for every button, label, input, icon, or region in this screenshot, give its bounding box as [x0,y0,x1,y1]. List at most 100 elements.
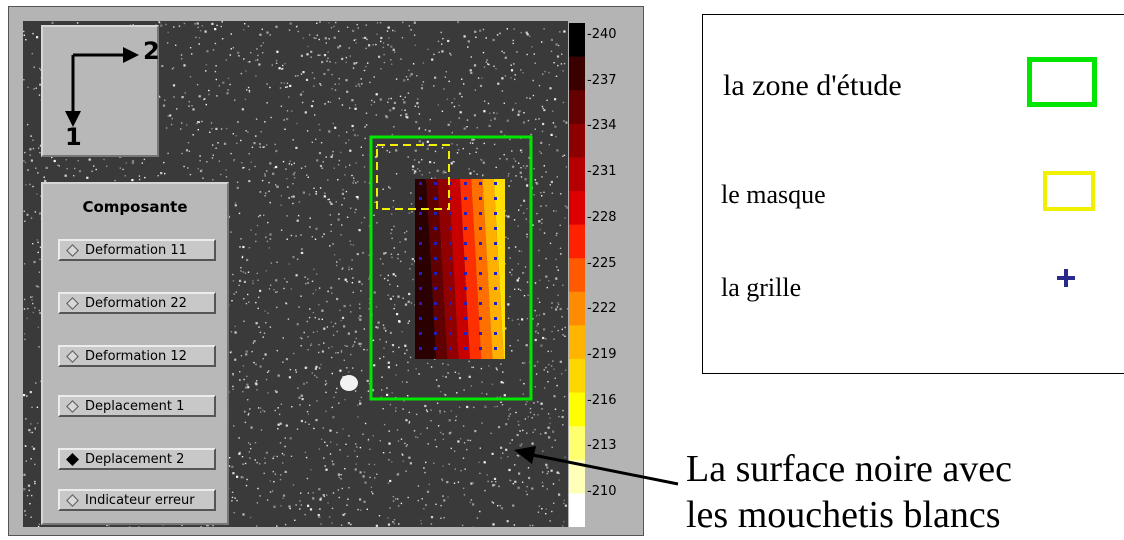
option-label: Deplacement 2 [85,451,185,467]
color-scale-tick-label: -237 [587,72,617,88]
deplacement-2-button[interactable]: Deplacement 2 [58,448,216,470]
color-scale-segment [569,291,585,326]
grid-point [434,272,437,275]
axis-2-label: 2 [143,37,160,65]
legend-grid-label: la grille [721,273,802,302]
grid-point [449,317,452,320]
grid-point [464,227,467,230]
grid-point [494,197,497,200]
grid-point [449,347,452,350]
grid-point [449,287,452,290]
grid-point [479,257,482,260]
grid-point [449,332,452,335]
grid-point [494,272,497,275]
radio-diamond-icon [66,243,79,257]
color-scale-tick-label: -219 [587,346,617,362]
grid-point [419,242,422,245]
grid-point [419,272,422,275]
blue-plus-icon [1057,269,1075,287]
option-label: Deformation 12 [85,348,187,364]
color-scale-segment [569,191,585,226]
grid-point [479,182,482,185]
grid-point [464,272,467,275]
grid-point [434,182,437,185]
grid-point [419,197,422,200]
annotation-line-2: les mouchetis blancs [686,494,1001,536]
grid-point [464,317,467,320]
grid-point [464,347,467,350]
grid-point [449,212,452,215]
color-scale-segment [569,224,585,259]
grid-point [434,227,437,230]
color-scale-segment [569,325,585,360]
grid-point [449,257,452,260]
color-scale-tick-label: -240 [587,27,617,42]
displacement-field [415,179,505,359]
grid-point [434,287,437,290]
grid-point [419,227,422,230]
radio-diamond-icon [66,452,79,466]
radio-diamond-icon [66,349,79,363]
grid-point [464,182,467,185]
color-scale-segment [569,359,585,394]
deformation-11-button[interactable]: Deformation 11 [58,239,216,261]
grid-point [434,317,437,320]
yellow-rectangle-icon [1043,171,1095,211]
deplacement-1-button[interactable]: Deplacement 1 [58,395,216,417]
color-scale-segment [569,90,585,125]
grid-point [449,242,452,245]
color-scale-tick-label: -222 [587,301,617,317]
grid-point [479,332,482,335]
color-scale-tick-label: -231 [587,164,617,180]
radio-diamond-icon [66,493,79,507]
option-label: Deformation 22 [85,295,187,311]
grid-point [419,257,422,260]
grid-point [479,317,482,320]
color-scale-segment [569,56,585,91]
color-scale-tick-label: -225 [587,255,617,271]
grid-point [464,212,467,215]
grid-point [494,242,497,245]
radio-diamond-icon [66,399,79,413]
grid-point [449,272,452,275]
color-scale-tick-label: -234 [587,118,617,134]
grid-point [479,212,482,215]
axes-arrows-icon [65,47,139,127]
radio-diamond-icon [66,296,79,310]
grid-point [434,257,437,260]
color-scale-segment [569,23,585,58]
grid-point [494,227,497,230]
grid-point [434,197,437,200]
grid-point [419,332,422,335]
color-scale-segment [569,258,585,293]
grid-point [494,302,497,305]
axis-1-label: 1 [65,123,82,151]
color-scale-segment [569,493,585,527]
color-scale-tick-label: -216 [587,392,617,408]
indicateur-erreur-button[interactable]: Indicateur erreur [58,489,216,511]
grid-point [464,332,467,335]
grid-point [479,272,482,275]
component-panel: Composante Deformation 11 Deformation 22… [41,182,229,525]
grid-point [419,182,422,185]
grid-point [464,302,467,305]
color-scale-segment [569,157,585,192]
speckle-annotation: La surface noire avec les mouchetis blan… [686,446,1106,538]
deformation-22-button[interactable]: Deformation 22 [58,292,216,314]
deformation-12-button[interactable]: Deformation 12 [58,345,216,367]
grid-point [419,302,422,305]
grid-point [434,302,437,305]
grid-point [494,257,497,260]
grid-point [419,317,422,320]
grid-point [464,287,467,290]
grid-point [494,182,497,185]
component-panel-title: Composante [82,198,188,216]
grid-point [494,212,497,215]
grid-point [479,242,482,245]
grid-point [479,287,482,290]
grid-point [479,347,482,350]
option-label: Deformation 11 [85,242,187,258]
grid-point [464,197,467,200]
grid-point [434,332,437,335]
color-scale-segment [569,392,585,427]
